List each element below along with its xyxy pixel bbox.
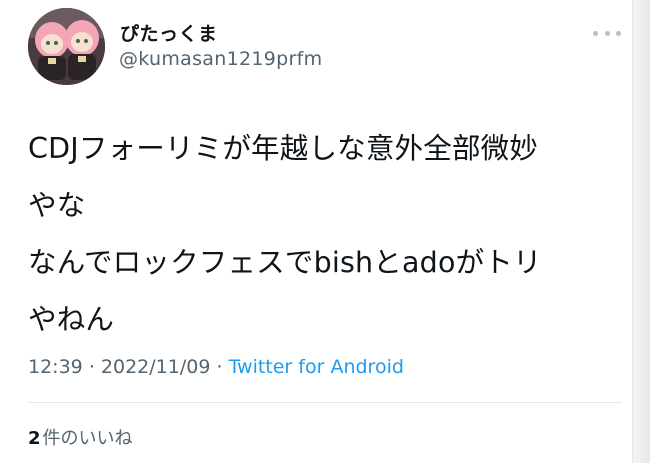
tweet-text: CDJフォーリミが年越しな意外全部微妙 やな なんでロックフェスでbishとad… xyxy=(28,120,618,348)
tweet-meta: 12:39 · 2022/11/09 · Twitter for Android xyxy=(28,356,404,378)
likes-count: 2 xyxy=(28,428,41,449)
tweet-text-line: なんでロックフェスでbishとadoがトリ xyxy=(28,246,542,279)
avatar[interactable] xyxy=(28,8,105,85)
tweet-time[interactable]: 12:39 xyxy=(28,356,83,378)
more-dot xyxy=(604,30,610,36)
meta-separator: · xyxy=(216,356,229,378)
divider xyxy=(28,402,622,403)
more-options-icon[interactable] xyxy=(593,27,621,39)
profile-photo-icon xyxy=(28,8,105,85)
screen-edge xyxy=(632,0,650,463)
user-handle[interactable]: @kumasan1219prfm xyxy=(119,48,322,70)
display-name[interactable]: ぴたっくま xyxy=(120,19,218,46)
tweet-text-line: やねん xyxy=(28,303,115,336)
tweet-date[interactable]: 2022/11/09 xyxy=(101,356,211,378)
likes-link[interactable]: 2 件のいいね xyxy=(28,424,133,450)
likes-label: 件のいいね xyxy=(42,428,133,449)
meta-separator: · xyxy=(88,356,101,378)
tweet-card: ぴたっくま @kumasan1219prfm CDJフォーリミが年越しな意外全部… xyxy=(0,0,650,463)
tweet-source-link[interactable]: Twitter for Android xyxy=(229,356,404,378)
more-dot xyxy=(616,30,621,36)
more-dot xyxy=(593,30,598,36)
tweet-text-line: やな xyxy=(28,189,86,222)
tweet-text-line: CDJフォーリミが年越しな意外全部微妙 xyxy=(28,132,539,165)
